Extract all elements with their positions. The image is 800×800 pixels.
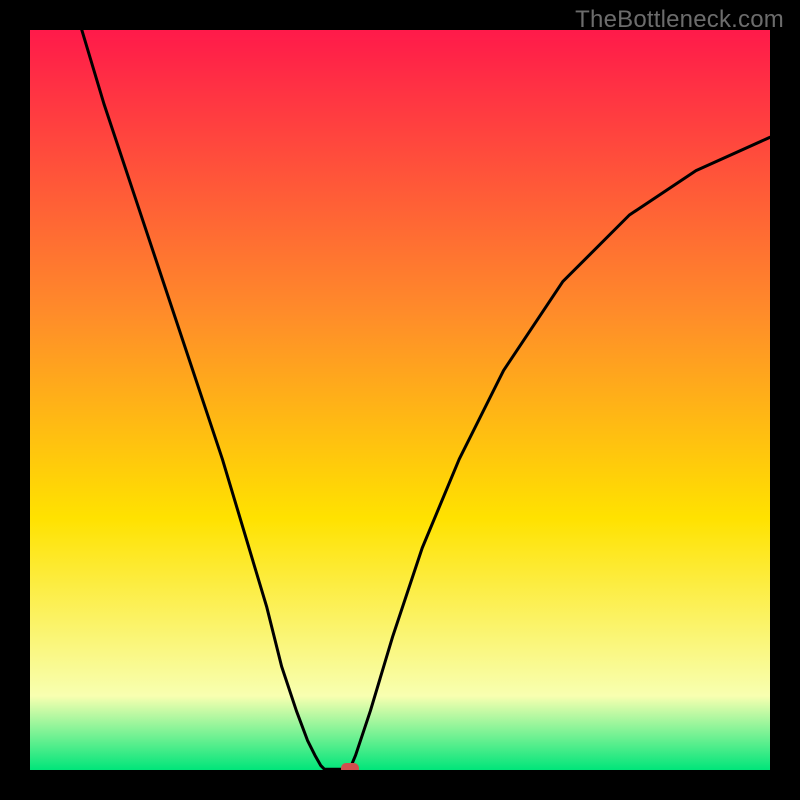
gradient-background — [30, 30, 770, 770]
chart-svg — [30, 30, 770, 770]
optimum-marker — [341, 763, 359, 770]
watermark-text: TheBottleneck.com — [575, 6, 784, 34]
chart-plot-area — [30, 30, 770, 770]
